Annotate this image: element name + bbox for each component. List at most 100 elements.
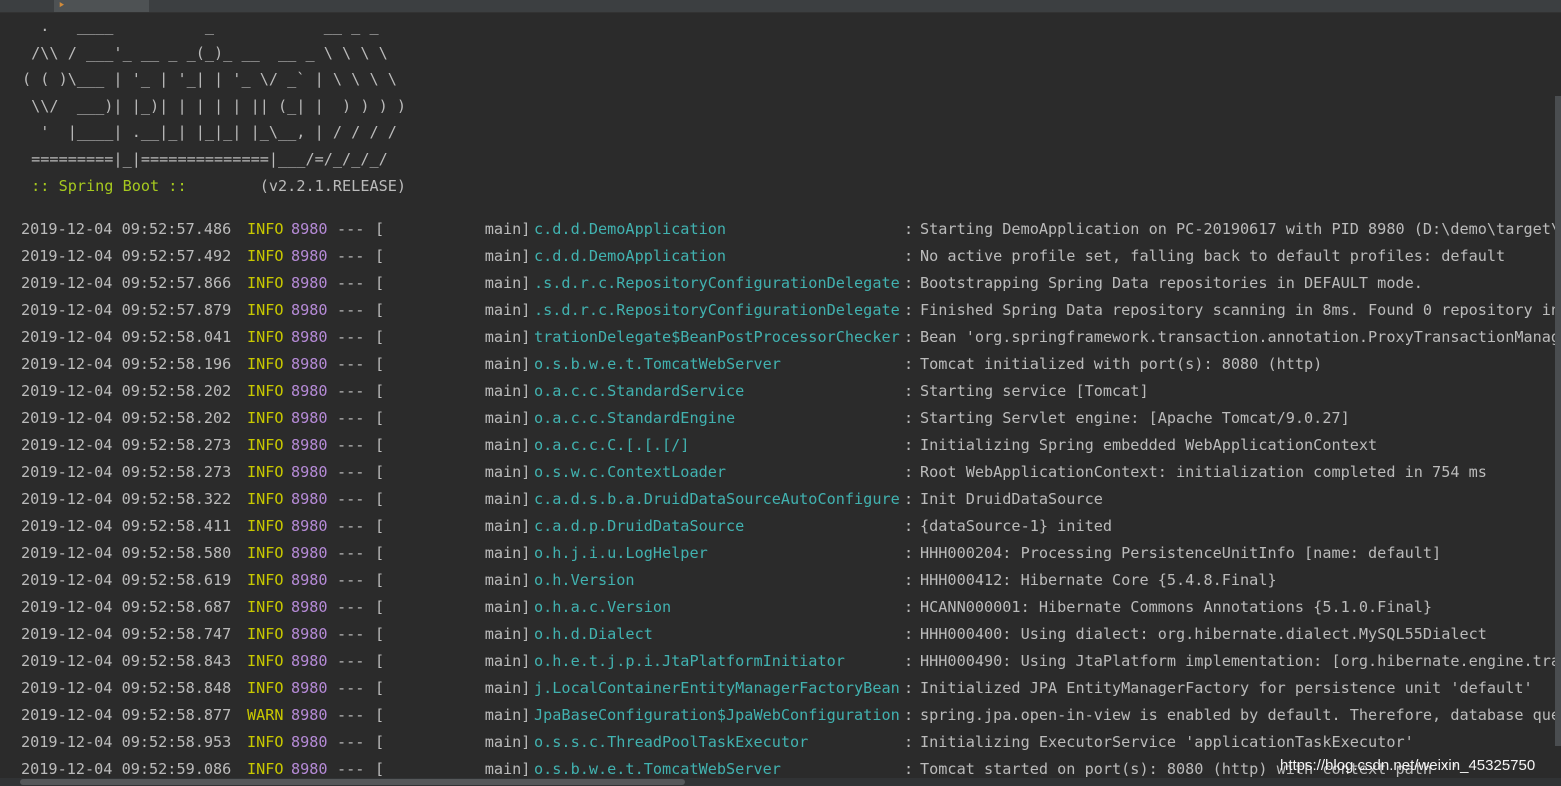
log-timestamp: 2019-12-04 09:52:57.879 [21, 301, 232, 319]
log-logger: trationDelegate$BeanPostProcessorChecker [534, 328, 900, 346]
log-timestamp: 2019-12-04 09:52:57.486 [21, 220, 232, 238]
log-timestamp: 2019-12-04 09:52:58.843 [21, 652, 232, 670]
log-timestamp: 2019-12-04 09:52:59.086 [21, 760, 232, 778]
log-separator: --- [337, 760, 365, 778]
vertical-scrollbar[interactable] [1555, 96, 1561, 746]
log-line: 2019-12-04 09:52:58.273 INFO 8980 --- [ main… [21, 432, 1561, 459]
log-timestamp: 2019-12-04 09:52:58.877 [21, 706, 232, 724]
log-line: 2019-12-04 09:52:58.041 INFO 8980 --- [ main… [21, 324, 1561, 351]
log-colon: : [904, 760, 914, 778]
log-level: INFO [247, 247, 284, 265]
log-level: INFO [247, 652, 284, 670]
log-colon: : [904, 301, 914, 319]
log-pid: 8980 [291, 409, 328, 427]
log-timestamp: 2019-12-04 09:52:58.273 [21, 463, 232, 481]
horizontal-scrollbar-thumb[interactable] [20, 779, 685, 785]
log-timestamp: 2019-12-04 09:52:58.196 [21, 355, 232, 373]
log-timestamp: 2019-12-04 09:52:58.580 [21, 544, 232, 562]
log-thread: [ main] [375, 328, 531, 346]
log-line: 2019-12-04 09:52:58.202 INFO 8980 --- [ main… [21, 378, 1561, 405]
run-icon: ⯈ [58, 1, 66, 11]
log-pid: 8980 [291, 679, 328, 697]
log-separator: --- [337, 706, 365, 724]
log-separator: --- [337, 652, 365, 670]
log-level: INFO [247, 625, 284, 643]
log-separator: --- [337, 679, 365, 697]
log-thread: [ main] [375, 274, 531, 292]
log-level: INFO [247, 274, 284, 292]
log-thread: [ main] [375, 571, 531, 589]
log-separator: --- [337, 274, 365, 292]
log-pid: 8980 [291, 382, 328, 400]
log-line: 2019-12-04 09:52:58.411 INFO 8980 --- [ main… [21, 513, 1561, 540]
log-message: Root WebApplicationContext: initializati… [920, 463, 1487, 481]
log-message: Starting DemoApplication on PC-20190617 … [920, 220, 1561, 238]
log-separator: --- [337, 301, 365, 319]
log-separator: --- [337, 409, 365, 427]
spring-banner: . ____ _ __ _ _ /\\ / ___'_ __ _ _(_)_ _… [22, 13, 406, 199]
log-line: 2019-12-04 09:52:58.687 INFO 8980 --- [ main… [21, 594, 1561, 621]
log-separator: --- [337, 625, 365, 643]
log-colon: : [904, 436, 914, 454]
watermark-url: https://blog.csdn.net/weixin_45325750 [1280, 757, 1536, 774]
log-line: 2019-12-04 09:52:57.492 INFO 8980 --- [ main… [21, 243, 1561, 270]
log-logger: o.s.w.c.ContextLoader [534, 463, 727, 481]
log-timestamp: 2019-12-04 09:52:57.492 [21, 247, 232, 265]
log-line: 2019-12-04 09:52:57.866 INFO 8980 --- [ main… [21, 270, 1561, 297]
log-colon: : [904, 382, 914, 400]
log-thread: [ main] [375, 625, 531, 643]
log-thread: [ main] [375, 490, 531, 508]
log-logger: .s.d.r.c.RepositoryConfigurationDelegate [534, 274, 900, 292]
log-timestamp: 2019-12-04 09:52:57.866 [21, 274, 232, 292]
log-logger: o.h.e.t.j.p.i.JtaPlatformInitiator [534, 652, 845, 670]
log-pid: 8980 [291, 274, 328, 292]
log-message: Init DruidDataSource [920, 490, 1103, 508]
log-separator: --- [337, 382, 365, 400]
log-level: INFO [247, 463, 284, 481]
log-level: INFO [247, 436, 284, 454]
log-line: 2019-12-04 09:52:58.196 INFO 8980 --- [ main… [21, 351, 1561, 378]
log-thread: [ main] [375, 409, 531, 427]
log-pid: 8980 [291, 760, 328, 778]
log-line: 2019-12-04 09:52:57.486 INFO 8980 --- [ main… [21, 216, 1561, 243]
log-logger: o.s.b.w.e.t.TomcatWebServer [534, 355, 781, 373]
log-logger: c.d.d.DemoApplication [534, 247, 727, 265]
log-pid: 8980 [291, 220, 328, 238]
log-message: Starting Servlet engine: [Apache Tomcat/… [920, 409, 1350, 427]
spring-boot-label: :: Spring Boot :: [22, 176, 196, 195]
log-level: INFO [247, 571, 284, 589]
log-colon: : [904, 733, 914, 751]
spring-banner-ascii: . ____ _ __ _ _ /\\ / ___'_ __ _ _(_)_ _… [22, 17, 407, 168]
log-pid: 8980 [291, 544, 328, 562]
log-colon: : [904, 706, 914, 724]
log-message: HHH000204: Processing PersistenceUnitInf… [920, 544, 1442, 562]
log-colon: : [904, 328, 914, 346]
log-colon: : [904, 679, 914, 697]
log-logger: o.h.d.Dialect [534, 625, 653, 643]
log-thread: [ main] [375, 517, 531, 535]
log-timestamp: 2019-12-04 09:52:58.411 [21, 517, 232, 535]
log-line: 2019-12-04 09:52:58.202 INFO 8980 --- [ main… [21, 405, 1561, 432]
log-colon: : [904, 463, 914, 481]
log-message: HHH000490: Using JtaPlatform implementat… [920, 652, 1561, 670]
log-colon: : [904, 544, 914, 562]
log-line: 2019-12-04 09:52:58.322 INFO 8980 --- [ main… [21, 486, 1561, 513]
log-message: spring.jpa.open-in-view is enabled by de… [920, 706, 1561, 724]
log-logger: c.d.d.DemoApplication [534, 220, 727, 238]
log-separator: --- [337, 598, 365, 616]
log-timestamp: 2019-12-04 09:52:58.687 [21, 598, 232, 616]
log-line: 2019-12-04 09:52:58.747 INFO 8980 --- [ main… [21, 621, 1561, 648]
log-level: INFO [247, 301, 284, 319]
log-message: HHH000412: Hibernate Core {5.4.8.Final} [920, 571, 1277, 589]
log-separator: --- [337, 463, 365, 481]
log-timestamp: 2019-12-04 09:52:58.953 [21, 733, 232, 751]
log-timestamp: 2019-12-04 09:52:58.848 [21, 679, 232, 697]
log-logger: o.h.a.c.Version [534, 598, 672, 616]
log-lines: 2019-12-04 09:52:57.486 INFO 8980 --- [ main… [21, 216, 1561, 778]
log-level: INFO [247, 733, 284, 751]
log-level: INFO [247, 382, 284, 400]
log-line: 2019-12-04 09:52:58.953 INFO 8980 --- [ main… [21, 729, 1561, 756]
log-message: Finished Spring Data repository scanning… [920, 301, 1561, 319]
log-line: 2019-12-04 09:52:58.843 INFO 8980 --- [ main… [21, 648, 1561, 675]
log-line: 2019-12-04 09:52:58.619 INFO 8980 --- [ main… [21, 567, 1561, 594]
